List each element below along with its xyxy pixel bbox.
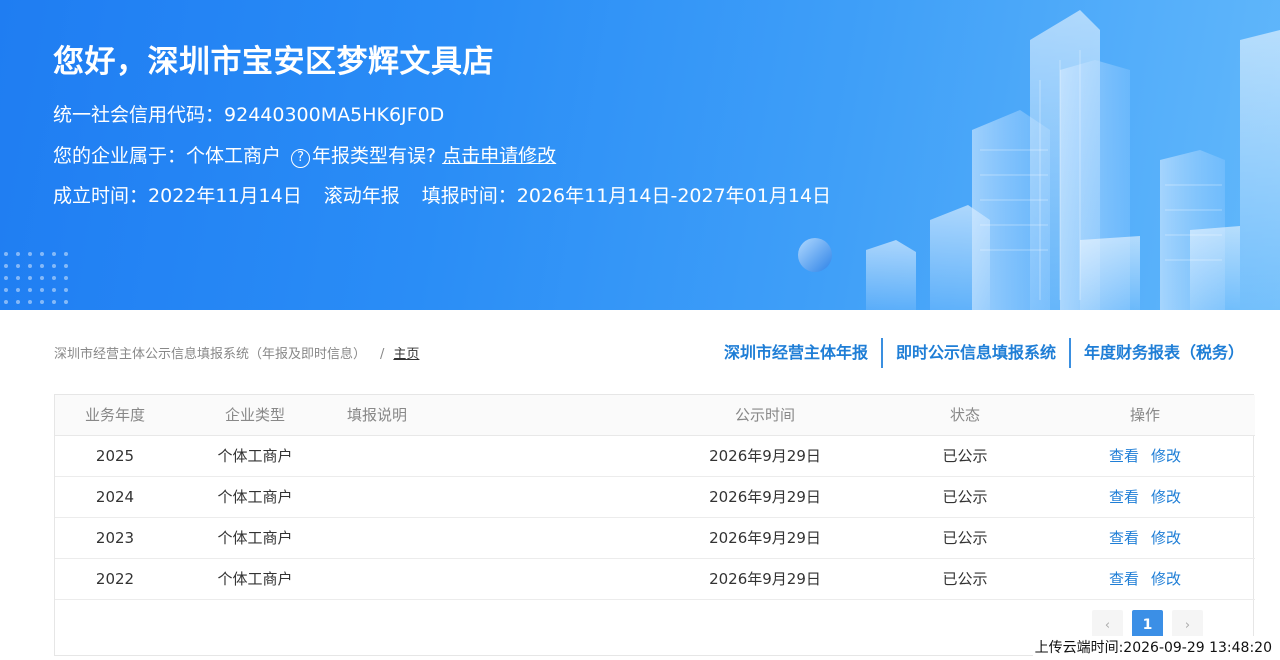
view-button[interactable]: 查看 [1109,570,1139,588]
breadcrumb-system: 深圳市经营主体公示信息填报系统（年报及即时信息） [54,347,367,362]
view-button[interactable]: 查看 [1109,488,1139,506]
instant-disclosure-link[interactable]: 即时公示信息填报系统 [880,338,1069,368]
cell-time: 2026年9月29日 [635,476,895,518]
cell-type: 个体工商户 [175,435,335,477]
header-desc: 填报说明 [335,395,635,436]
table-header-row: 业务年度 企业类型 填报说明 公示时间 状态 操作 [55,395,1255,436]
founded-label: 成立时间： [53,185,149,207]
financial-report-link[interactable]: 年度财务报表（税务） [1068,338,1244,368]
apply-modify-link[interactable]: 点击申请修改 [442,145,556,167]
cell-desc [335,558,635,600]
enterprise-type-label: 您的企业属于： [53,145,187,167]
enterprise-type-value: 个体工商户 [186,145,282,167]
cell-desc [335,476,635,518]
cell-time: 2026年9月29日 [635,435,895,477]
cell-ops: 查看 修改 [1035,476,1255,518]
cell-year: 2023 [55,517,175,559]
cell-desc [335,435,635,477]
header-type: 企业类型 [175,395,335,436]
cell-type: 个体工商户 [175,517,335,559]
cell-type: 个体工商户 [175,558,335,600]
view-button[interactable]: 查看 [1109,529,1139,547]
header-banner: 您好，深圳市宝安区梦辉文具店 统一社会信用代码：92440300MA5HK6JF… [0,0,1280,310]
cell-status: 已公示 [895,435,1035,477]
greeting-title: 您好，深圳市宝安区梦辉文具店 [53,44,494,80]
cell-ops: 查看 修改 [1035,435,1255,477]
cell-time: 2026年9月29日 [635,517,895,559]
credit-code-value: 92440300MA5HK6JF0D [224,104,445,126]
cell-status: 已公示 [895,558,1035,600]
view-button[interactable]: 查看 [1109,447,1139,465]
table-row: 2022 个体工商户 2026年9月29日 已公示 查看 修改 [55,558,1255,600]
period-label: 填报时间： [421,185,517,207]
breadcrumb-separator: / [380,347,385,362]
dates-line: 成立时间：2022年11月14日 滚动年报 填报时间：2026年11月14日-202… [53,181,831,208]
cell-ops: 查看 修改 [1035,517,1255,559]
credit-code-label: 统一社会信用代码： [53,104,225,126]
cell-time: 2026年9月29日 [635,558,895,600]
header-ops: 操作 [1035,395,1255,436]
table-row: 2025 个体工商户 2026年9月29日 已公示 查看 修改 [55,435,1255,477]
breadcrumb: 深圳市经营主体公示信息填报系统（年报及即时信息） / 主页 [54,343,419,362]
report-mode: 滚动年报 [323,185,400,207]
edit-button[interactable]: 修改 [1151,488,1181,506]
annual-report-table: 业务年度 企业类型 填报说明 公示时间 状态 操作 2025 个体工商户 202… [55,395,1255,600]
breadcrumb-home-link[interactable]: 主页 [393,347,419,362]
cell-year: 2025 [55,435,175,477]
enterprise-type-line: 您的企业属于：个体工商户? 年报类型有误? 点击申请修改 [53,141,556,168]
credit-code-line: 统一社会信用代码：92440300MA5HK6JF0D [53,100,444,127]
header-status: 状态 [895,395,1035,436]
edit-button[interactable]: 修改 [1151,447,1181,465]
header-year: 业务年度 [55,395,175,436]
cell-status: 已公示 [895,517,1035,559]
type-question-text: 年报类型有误? [312,145,437,167]
edit-button[interactable]: 修改 [1151,570,1181,588]
annual-report-link[interactable]: 深圳市经营主体年报 [711,338,881,368]
period-value: 2026年11月14日-2027年01月14日 [516,185,832,207]
cell-ops: 查看 修改 [1035,558,1255,600]
annual-report-table-panel: 业务年度 企业类型 填报说明 公示时间 状态 操作 2025 个体工商户 202… [54,394,1255,656]
top-nav-links: 深圳市经营主体年报 即时公示信息填报系统 年度财务报表（税务） [711,338,1244,368]
cell-status: 已公示 [895,476,1035,518]
table-row: 2023 个体工商户 2026年9月29日 已公示 查看 修改 [55,517,1255,559]
founded-date: 2022年11月14日 [148,185,302,207]
header-time: 公示时间 [635,395,895,436]
upload-time-stamp: 上传云端时间:2026-09-29 13:48:20 [1032,636,1274,658]
question-circle-icon: ? [291,149,311,168]
cell-type: 个体工商户 [175,476,335,518]
table-row: 2024 个体工商户 2026年9月29日 已公示 查看 修改 [55,476,1255,518]
cell-year: 2024 [55,476,175,518]
edit-button[interactable]: 修改 [1151,529,1181,547]
cell-desc [335,517,635,559]
cell-year: 2022 [55,558,175,600]
